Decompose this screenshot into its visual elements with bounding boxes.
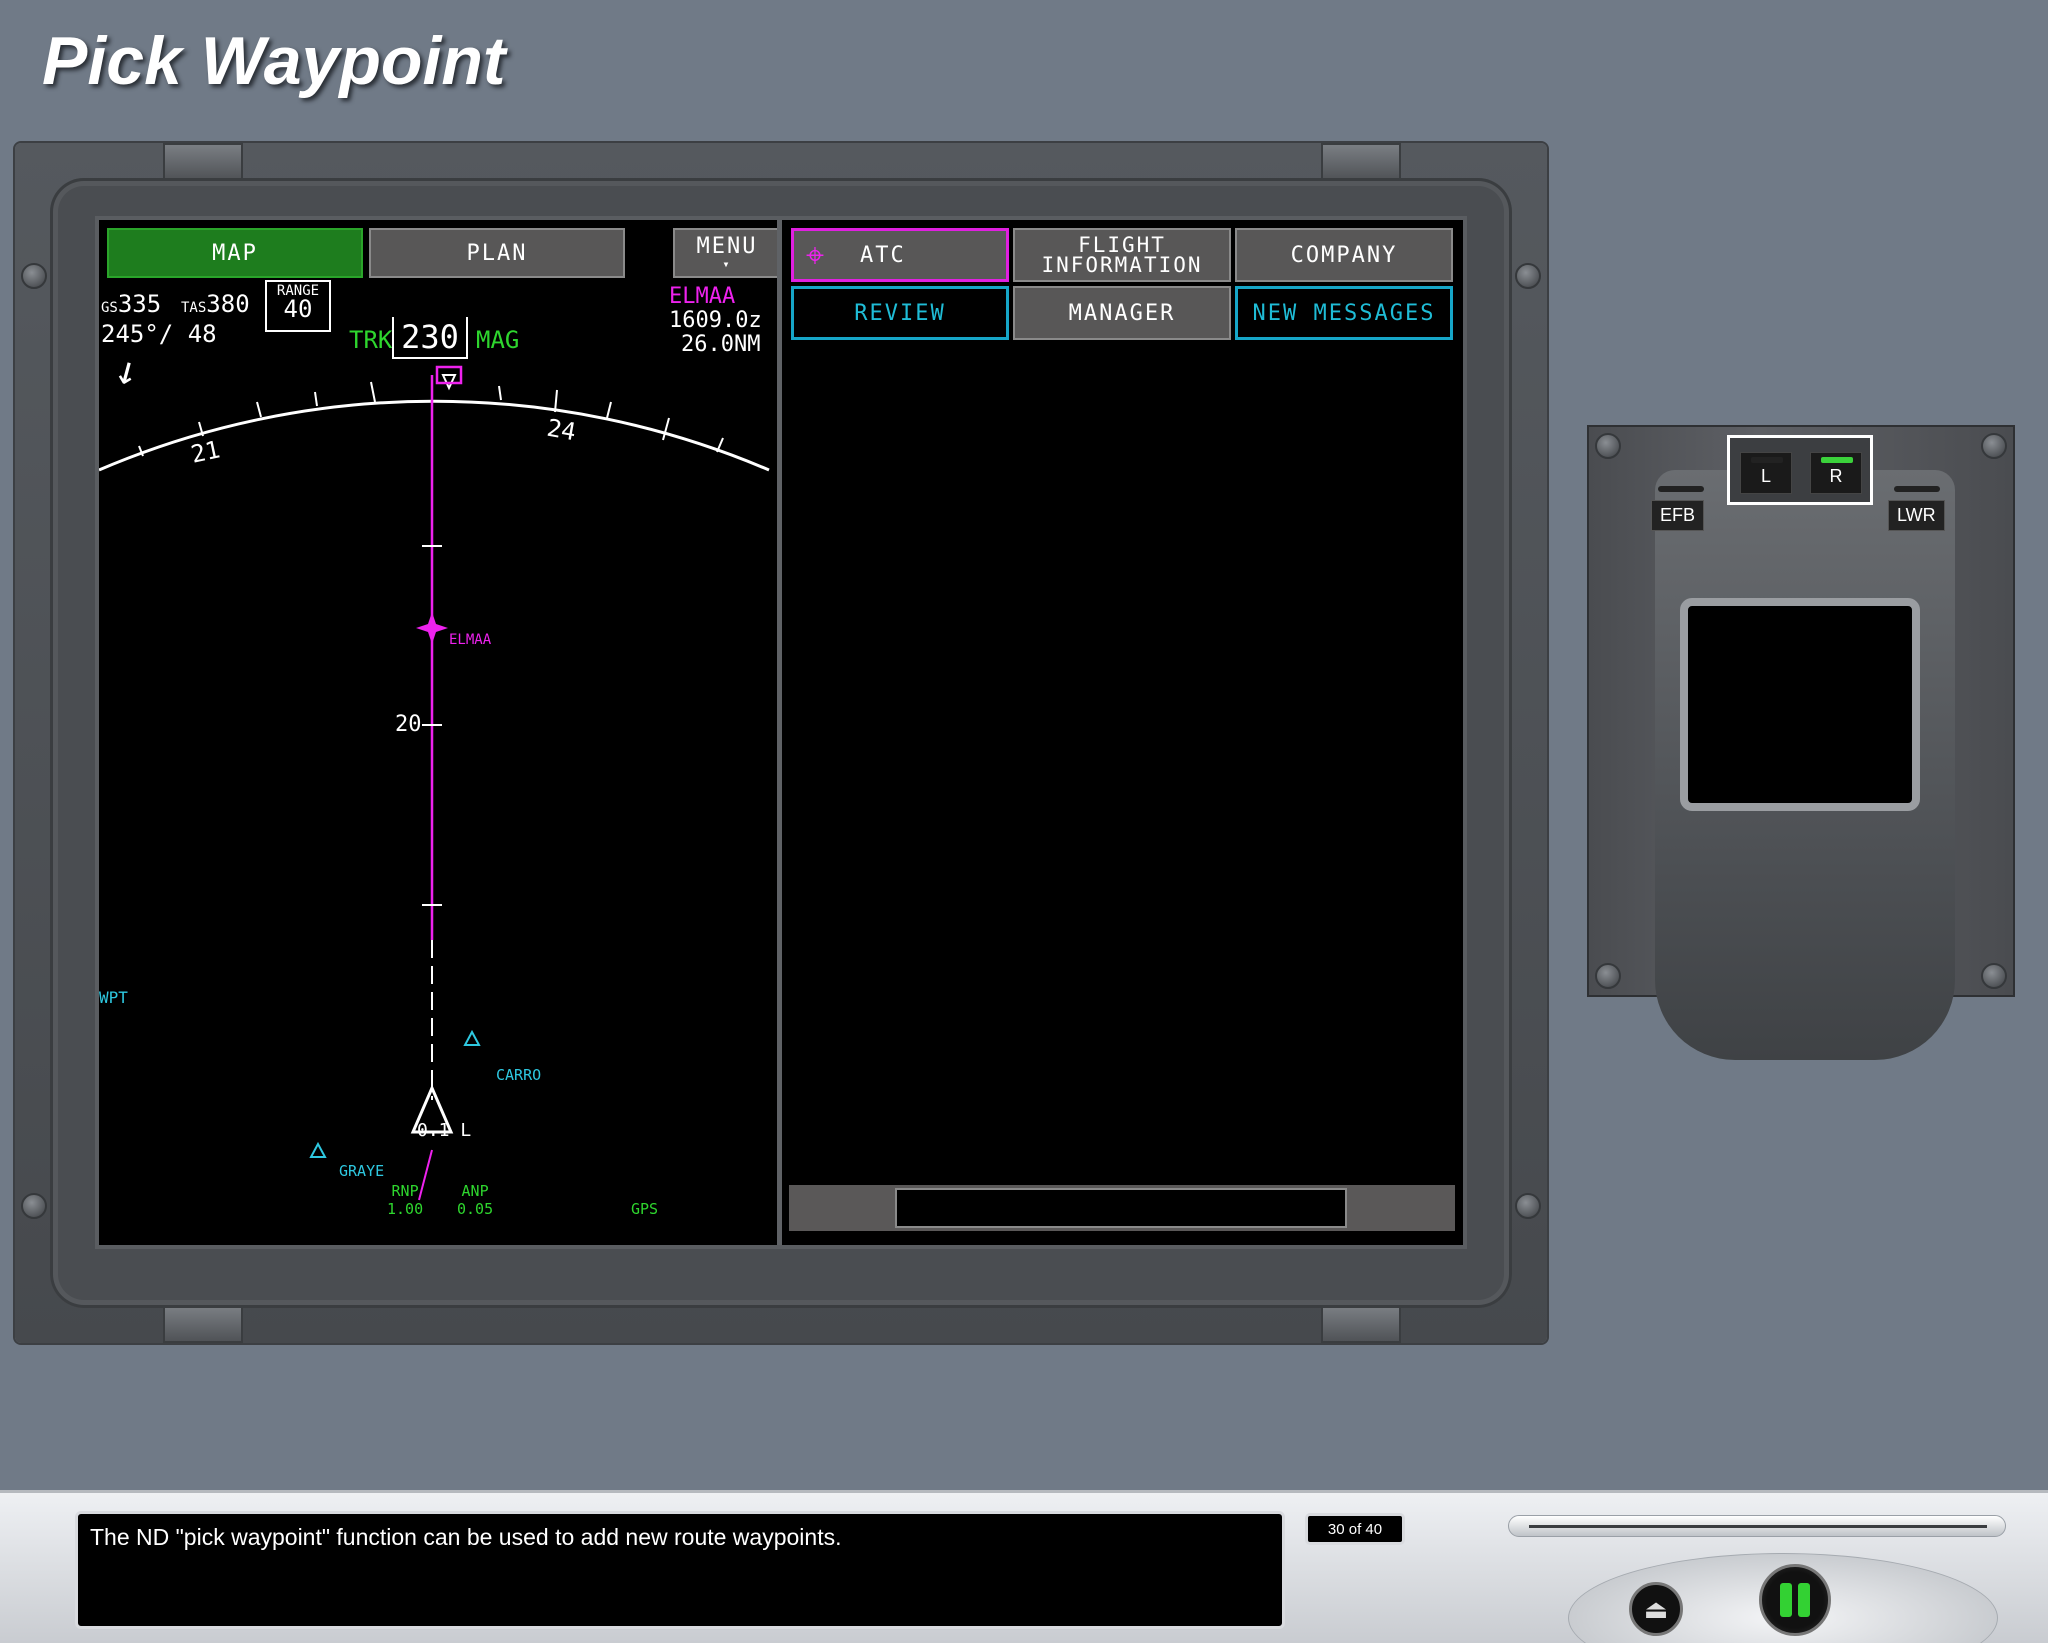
compass-arc (99, 365, 770, 1201)
rnp-readout: RNP 1.00 (387, 1182, 424, 1218)
screw (21, 1193, 47, 1219)
efb-button[interactable]: EFB (1651, 500, 1705, 531)
bezel-tab (163, 1305, 243, 1343)
manager-button[interactable]: MANAGER (1013, 286, 1231, 340)
cross-track-error: 0.1 L (417, 1120, 472, 1141)
pause-icon (1780, 1583, 1810, 1617)
waypoint-graye[interactable]: GRAYE (339, 1162, 384, 1180)
scratchpad-bar (789, 1185, 1455, 1231)
flight-info-label-2: INFORMATION (1041, 253, 1203, 277)
review-button[interactable]: REVIEW (791, 286, 1009, 340)
display-bezel: MAP PLAN MENU ▾ GS335 TAS380 245°/ 48 ↓ … (15, 143, 1547, 1343)
screw (1595, 433, 1621, 459)
route-waypoint-label[interactable]: ELMAA (449, 632, 491, 648)
left-led-indicator (1751, 457, 1783, 463)
right-button[interactable]: R (1810, 452, 1862, 494)
screw (1981, 963, 2007, 989)
gps-indicator: GPS (631, 1200, 659, 1218)
lwr-button[interactable]: LWR (1888, 500, 1945, 531)
pause-button[interactable] (1759, 1564, 1831, 1636)
atc-button[interactable]: ⌖ ATC (791, 228, 1009, 282)
progress-track (1529, 1525, 1987, 1528)
player-bar: The ND "pick waypoint" function can be u… (0, 1490, 2048, 1643)
flight-info-label-1: FLIGHT (1078, 233, 1166, 257)
screen-divider (777, 220, 782, 1245)
bezel-tab (1321, 1305, 1401, 1343)
eject-button[interactable]: ⏏ (1629, 1582, 1683, 1636)
scratchpad-input[interactable] (895, 1188, 1347, 1228)
eject-icon: ⏏ (1643, 1593, 1669, 1624)
company-button[interactable]: COMPANY (1235, 228, 1453, 282)
bezel-tab (1321, 143, 1401, 181)
waypoint-carro[interactable]: CARRO (496, 1066, 541, 1084)
screw (21, 263, 47, 289)
flight-information-button[interactable]: FLIGHT INFORMATION (1013, 228, 1231, 282)
right-led-indicator (1821, 457, 1853, 463)
lr-selector: L R (1727, 435, 1873, 505)
page-title: Pick Waypoint (42, 23, 506, 99)
atc-label: ATC (860, 242, 906, 268)
screw (1515, 263, 1541, 289)
efb-led-indicator (1658, 486, 1704, 492)
screw (1595, 963, 1621, 989)
bezel-tab (163, 143, 243, 181)
caption-box: The ND "pick waypoint" function can be u… (75, 1511, 1285, 1629)
efb-screen (1680, 598, 1920, 811)
progress-bar[interactable] (1508, 1515, 2006, 1537)
slide-counter: 30 of 40 (1305, 1513, 1405, 1545)
left-label: L (1760, 466, 1771, 486)
lwr-led-indicator (1894, 486, 1940, 492)
range-mark-label: 20 (395, 712, 422, 737)
screw (1981, 433, 2007, 459)
wpt-label[interactable]: WPT (99, 988, 128, 1007)
right-label: R (1829, 466, 1843, 486)
compass-label-left: 21 (188, 435, 223, 469)
left-button[interactable]: L (1740, 452, 1792, 494)
new-messages-button[interactable]: NEW MESSAGES (1235, 286, 1453, 340)
controls-tray: ⏏ (1568, 1553, 1998, 1643)
display-screen: MAP PLAN MENU ▾ GS335 TAS380 245°/ 48 ↓ … (95, 216, 1467, 1249)
screw (1515, 1193, 1541, 1219)
crosshair-icon: ⌖ (806, 235, 827, 274)
compass-label-right: 24 (544, 413, 579, 447)
anp-readout: ANP 0.05 (457, 1182, 494, 1218)
